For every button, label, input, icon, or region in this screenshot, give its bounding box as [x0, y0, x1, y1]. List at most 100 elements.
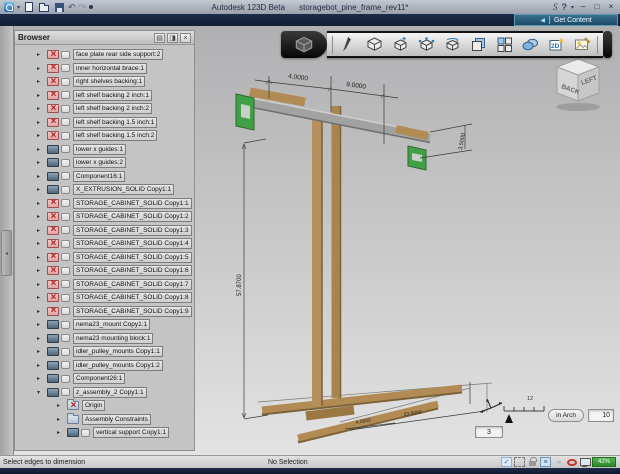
tree-item[interactable]: STORAGE_CABINET_SOLID Copy1:5	[15, 251, 194, 265]
expand-arrow-icon[interactable]	[37, 119, 47, 126]
tree-item-label[interactable]: left shelf backing 2 inch:2	[73, 103, 152, 115]
tree-item-label[interactable]: left shelf backing 2 inch:1	[73, 89, 152, 101]
base-cross-block[interactable]	[305, 405, 355, 421]
tree-item-label[interactable]: Component16:1	[73, 170, 126, 182]
redo-button[interactable]: ↷	[79, 2, 87, 12]
tree-item[interactable]: STORAGE_CABINET_SOLID Copy1:2	[15, 210, 194, 224]
revolve-button[interactable]	[441, 34, 463, 55]
tree-item[interactable]: STORAGE_CABINET_SOLID Copy1:7	[15, 278, 194, 292]
expand-arrow-icon[interactable]	[37, 105, 47, 112]
tree-item-label[interactable]: nema23_mount Copy1:1	[73, 319, 151, 331]
expand-arrow-icon[interactable]	[57, 402, 67, 409]
tree-item[interactable]: face plate rear side support:2	[15, 48, 194, 62]
expand-arrow-icon[interactable]	[37, 146, 47, 153]
tree-item[interactable]: Origin	[15, 399, 194, 413]
pin-icon[interactable]: ◨	[167, 32, 178, 43]
tree-item[interactable]: nema23 mounting block:1	[15, 332, 194, 346]
tree-item-label[interactable]: Assembly Constraints	[82, 413, 151, 425]
tree-item-label[interactable]: Component26:1	[73, 373, 126, 385]
expand-arrow-icon[interactable]	[57, 416, 67, 423]
expand-arrow-icon[interactable]	[37, 51, 47, 58]
expand-arrow-icon[interactable]	[37, 78, 47, 85]
tree-item[interactable]: X_EXTRUSION_SOLID Copy1:1	[15, 183, 194, 197]
grid-pattern-button[interactable]	[493, 34, 515, 55]
tree-item[interactable]: STORAGE_CABINET_SOLID Copy1:4	[15, 237, 194, 251]
units-selector[interactable]: in Arch	[548, 409, 584, 422]
tree-item[interactable]: lower x guides:2	[15, 156, 194, 170]
primitive-box-button[interactable]	[363, 34, 385, 55]
expand-arrow-icon[interactable]	[37, 240, 47, 247]
tree-item-label[interactable]: STORAGE_CABINET_SOLID Copy1:6	[73, 265, 192, 277]
pen-tool-button[interactable]	[337, 34, 359, 55]
expand-arrow-icon[interactable]	[37, 335, 47, 342]
expand-arrow-icon[interactable]	[37, 173, 47, 180]
tree-item-label[interactable]: STORAGE_CABINET_SOLID Copy1:2	[73, 211, 192, 223]
minimize-button[interactable]: –	[578, 2, 588, 12]
tree-item[interactable]: STORAGE_CABINET_SOLID Copy1:8	[15, 291, 194, 305]
performance-badge[interactable]: 42%	[592, 457, 616, 467]
expand-arrow-icon[interactable]	[37, 186, 47, 193]
expand-arrow-icon[interactable]	[37, 348, 47, 355]
expand-arrow-icon[interactable]	[37, 132, 47, 139]
sketch-2d-button[interactable]: 2D	[545, 34, 567, 55]
dim-post-height[interactable]: 57.8700	[237, 274, 243, 296]
tree-item[interactable]: right shelves backing:1	[15, 75, 194, 89]
options-dot-icon[interactable]	[89, 5, 94, 9]
tree-item-label[interactable]: lower x guides:2	[73, 157, 126, 169]
snap-value-input[interactable]: 3	[475, 426, 503, 438]
layout-toggle-icon[interactable]: ≡	[540, 457, 551, 467]
sketch-mode-icon[interactable]: S	[553, 2, 558, 12]
panel-grip-handle[interactable]: ◂	[1, 230, 12, 276]
tree-item-label[interactable]: STORAGE_CABINET_SOLID Copy1:7	[73, 278, 192, 290]
expand-arrow-icon[interactable]	[37, 321, 47, 328]
record-icon[interactable]	[566, 457, 577, 467]
expand-arrow-icon[interactable]	[37, 308, 47, 315]
tree-item[interactable]: left shelf backing 2 inch:1	[15, 89, 194, 103]
new-document-button[interactable]	[23, 2, 35, 13]
tree-item[interactable]: STORAGE_CABINET_SOLID Copy1:6	[15, 264, 194, 278]
expand-arrow-icon[interactable]	[57, 429, 67, 436]
expand-arrow-icon[interactable]	[37, 65, 47, 72]
tree-item-label[interactable]: Origin	[82, 400, 106, 412]
expand-arrow-icon[interactable]	[37, 362, 47, 369]
tree-item-label[interactable]: left shelf backing 1.5 inch:1	[73, 116, 158, 128]
dim-beam-height[interactable]: 3.5000	[458, 133, 467, 151]
tree-item[interactable]: nema23_mount Copy1:1	[15, 318, 194, 332]
tree-item-label[interactable]: idler_pulley_mounts Copy1:2	[73, 359, 163, 371]
collapse-arrow-icon[interactable]: ◀	[540, 17, 545, 24]
filter-icon[interactable]: ▤	[154, 32, 165, 43]
tree-item-label[interactable]: left shelf backing 1.5 inch:2	[73, 130, 158, 142]
tree-item-label[interactable]: idler_pulley_mounts Copy1:1	[73, 346, 163, 358]
tree-item-label[interactable]: right shelves backing:1	[73, 76, 146, 88]
tree-item[interactable]: idler_pulley_mounts Copy1:2	[15, 359, 194, 373]
tree-item[interactable]: inner horizontal brace:1	[15, 62, 194, 76]
tree-item-label[interactable]: STORAGE_CABINET_SOLID Copy1:9	[73, 305, 192, 317]
grid-size-input[interactable]: 10	[588, 409, 614, 422]
expand-arrow-icon[interactable]	[37, 227, 47, 234]
model-3d[interactable]	[235, 87, 493, 444]
app-logo-icon[interactable]	[4, 2, 14, 12]
scale-button[interactable]	[415, 34, 437, 55]
selection-box-icon[interactable]	[514, 457, 525, 467]
tree-item-label[interactable]: STORAGE_CABINET_SOLID Copy1:3	[73, 224, 192, 236]
tree-item[interactable]: STORAGE_CABINET_SOLID Copy1:3	[15, 224, 194, 238]
expand-arrow-icon[interactable]	[37, 267, 47, 274]
close-button[interactable]: ×	[606, 2, 616, 12]
nav-back-icon[interactable]: ◃	[553, 457, 564, 467]
tree-item[interactable]: STORAGE_CABINET_SOLID Copy1:1	[15, 197, 194, 211]
expand-arrow-icon[interactable]	[37, 254, 47, 261]
tree-item-label[interactable]: X_EXTRUSION_SOLID Copy1:1	[73, 184, 175, 196]
tree-item-label[interactable]: lower x guides:1	[73, 143, 126, 155]
decal-image-button[interactable]	[571, 34, 593, 55]
tree-item-label[interactable]: vertical support Copy1:1	[93, 427, 170, 439]
help-dropdown-icon[interactable]: ▾	[571, 4, 574, 11]
tree-item-label[interactable]: face plate rear side support:2	[73, 49, 164, 61]
pattern-button[interactable]	[467, 34, 489, 55]
tree-item[interactable]: Assembly Constraints	[15, 412, 194, 427]
logo-dropdown-icon[interactable]: ▾	[17, 4, 20, 11]
tree-item-label[interactable]: nema23 mounting block:1	[73, 332, 154, 344]
tree-item-label[interactable]: z_assembly_2 Copy1:1	[73, 386, 147, 398]
expand-arrow-icon[interactable]	[37, 213, 47, 220]
get-content-button[interactable]: ◀ Get Content	[514, 14, 618, 26]
tree-item[interactable]: left shelf backing 1.5 inch:2	[15, 129, 194, 143]
